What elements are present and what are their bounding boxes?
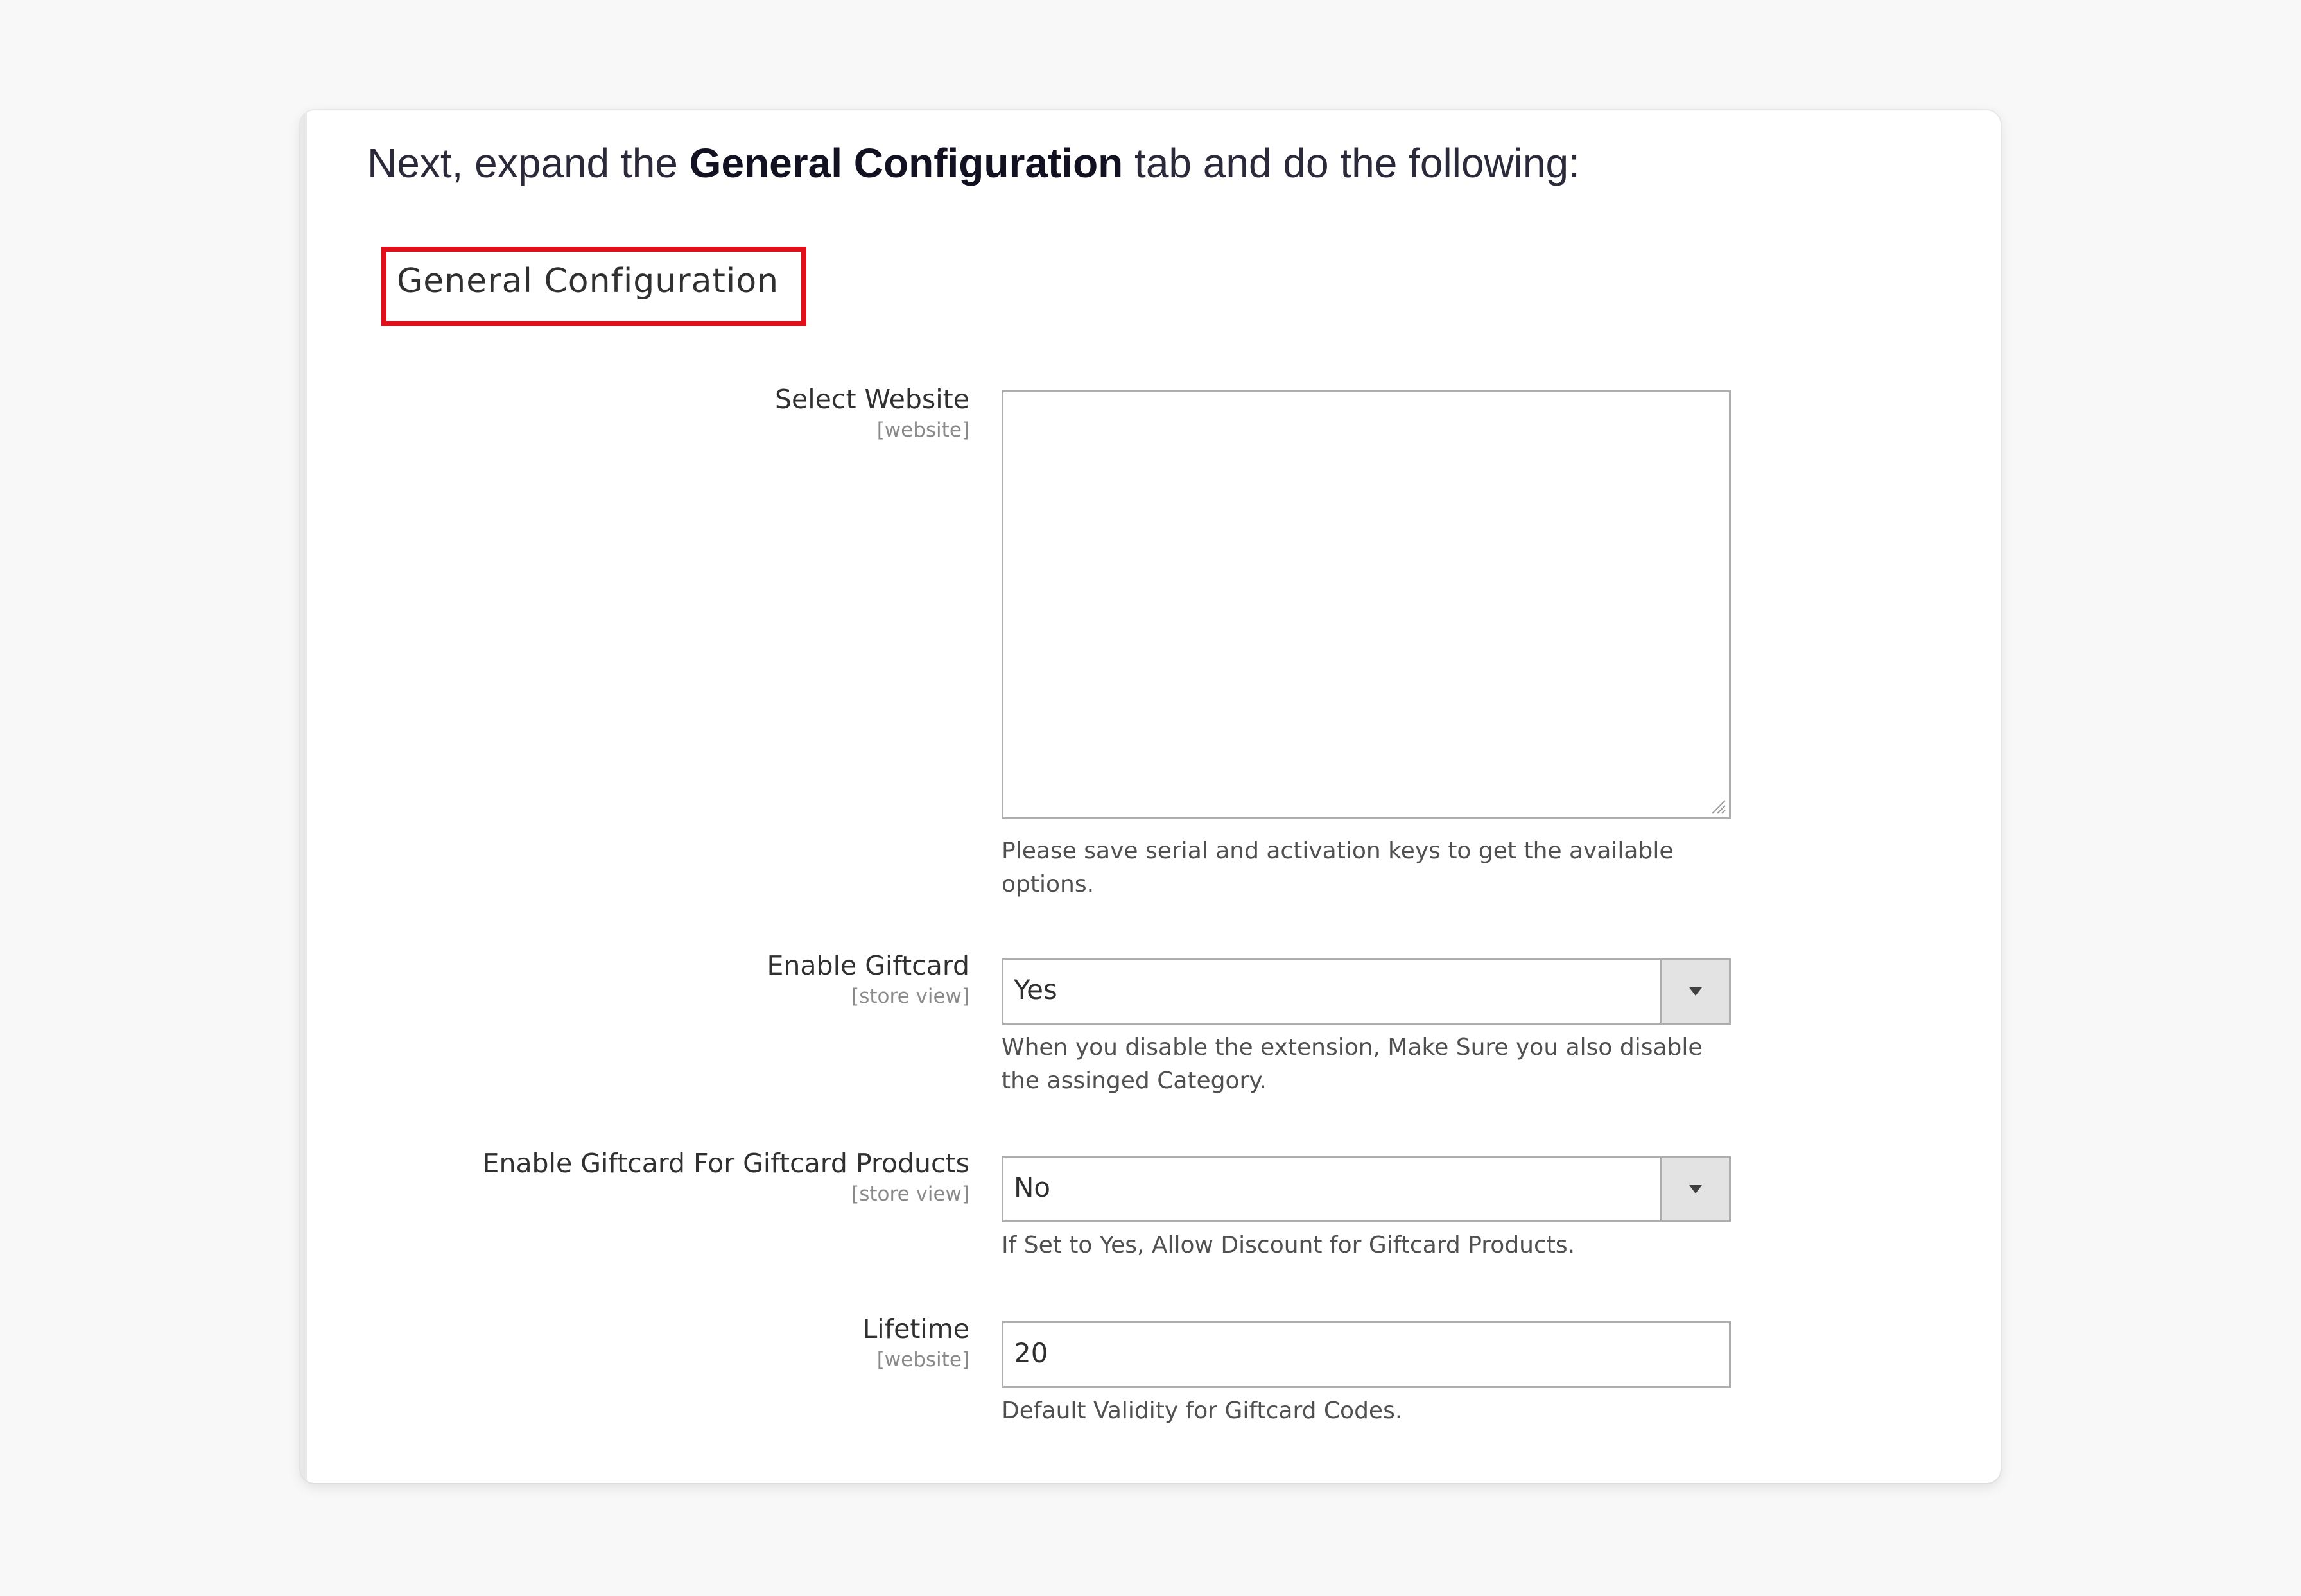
enable-giftcard-products-select[interactable]: No — [1002, 1156, 1731, 1222]
enable-giftcard-label-text: Enable Giftcard — [767, 950, 969, 981]
intro-prefix: Next, expand the — [367, 140, 690, 186]
enable-giftcard-scope: [store view] — [851, 985, 969, 1008]
enable-giftcard-help: When you disable the extension, Make Sur… — [1002, 1034, 1703, 1094]
lifetime-scope: [website] — [876, 1348, 969, 1371]
chevron-down-icon — [1689, 987, 1702, 996]
intro-suffix: tab and do the following: — [1123, 140, 1580, 186]
lifetime-help: Default Validity for Giftcard Codes. — [1002, 1398, 1403, 1424]
enable-giftcard-select[interactable]: Yes — [1002, 958, 1731, 1025]
enable-giftcard-products-label: Enable Giftcard For Giftcard Products [s… — [483, 1147, 969, 1208]
card-left-edge — [300, 110, 307, 1483]
enable-giftcard-products-dropdown-toggle[interactable] — [1660, 1158, 1729, 1220]
intro-instruction: Next, expand the General Configuration t… — [367, 137, 1580, 189]
lifetime-value: 20 — [1014, 1337, 1048, 1369]
enable-giftcard-label: Enable Giftcard [store view] — [767, 949, 969, 1011]
chevron-down-icon — [1689, 1185, 1702, 1193]
select-website-scope: [website] — [876, 419, 969, 442]
enable-giftcard-value: Yes — [1014, 974, 1057, 1005]
enable-giftcard-products-help: If Set to Yes, Allow Discount for Giftca… — [1002, 1232, 1576, 1258]
select-website-multiselect[interactable] — [1002, 390, 1731, 819]
lifetime-label: Lifetime [website] — [862, 1312, 969, 1374]
resize-handle-icon[interactable] — [1710, 798, 1726, 815]
enable-giftcard-products-value: No — [1014, 1172, 1051, 1203]
select-website-label: Select Website [website] — [775, 383, 969, 444]
select-website-help: Please save serial and activation keys t… — [1002, 838, 1674, 898]
section-title-general-configuration[interactable]: General Configuration — [397, 262, 779, 300]
enable-giftcard-products-label-text: Enable Giftcard For Giftcard Products — [482, 1148, 969, 1179]
lifetime-label-text: Lifetime — [862, 1314, 969, 1344]
select-website-label-text: Select Website — [775, 384, 969, 415]
enable-giftcard-dropdown-toggle[interactable] — [1660, 960, 1729, 1023]
intro-emphasis: General Configuration — [689, 140, 1124, 186]
lifetime-input[interactable]: 20 — [1002, 1321, 1731, 1388]
tutorial-card: Next, expand the General Configuration t… — [300, 110, 2001, 1483]
enable-giftcard-products-scope: [store view] — [851, 1183, 969, 1206]
